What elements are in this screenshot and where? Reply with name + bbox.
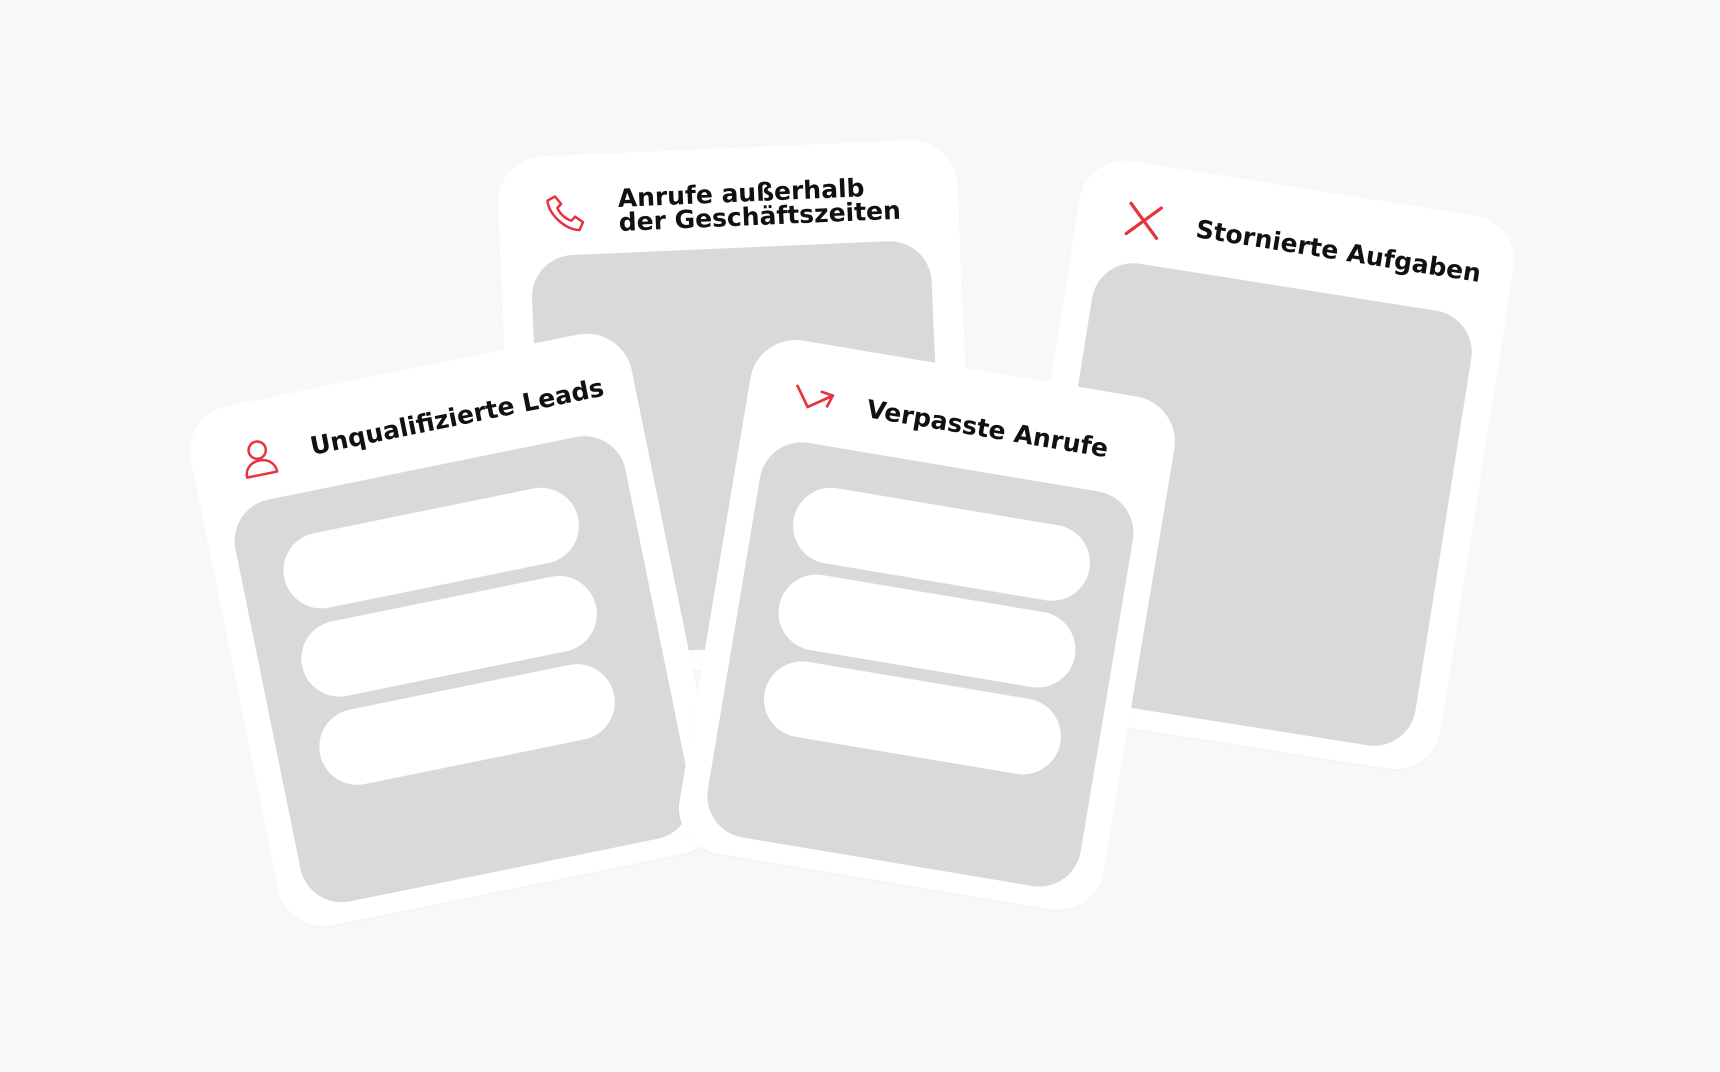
content-panel <box>227 428 699 910</box>
card-header: Anrufe außerhalb der Geschäftszeiten <box>541 173 929 238</box>
content-panel <box>700 436 1140 893</box>
user-icon <box>245 440 279 479</box>
illustration-stage: Anrufe außerhalb der Geschäftszeiten Sto… <box>0 0 1720 1072</box>
phone-icon <box>546 195 585 232</box>
close-icon <box>1124 201 1163 240</box>
card-title: Anrufe außerhalb der Geschäftszeiten <box>617 173 902 237</box>
card-missed-calls: Verpasste Anrufe <box>672 333 1182 917</box>
card-title: Stornierte Aufgaben <box>1193 214 1484 289</box>
missed-call-arrow-icon <box>796 384 835 409</box>
card-title: Verpasste Anrufe <box>864 394 1111 464</box>
